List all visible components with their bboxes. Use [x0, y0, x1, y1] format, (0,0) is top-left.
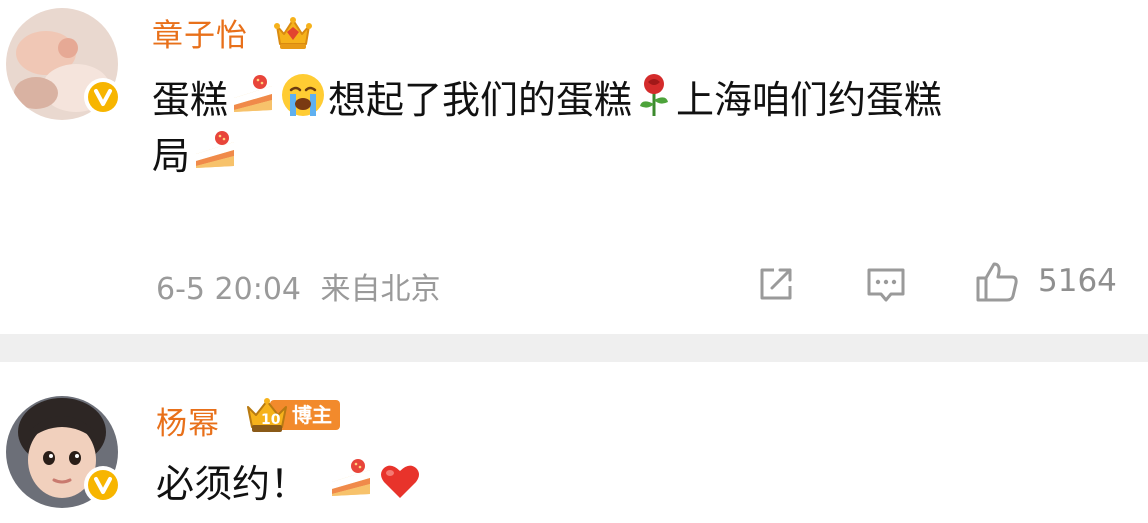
- share-button[interactable]: [756, 264, 796, 304]
- verified-badge-icon: [84, 466, 122, 504]
- cake-emoji-icon: [192, 128, 238, 189]
- avatar-wrapper[interactable]: [6, 8, 122, 120]
- section-divider: [0, 334, 1148, 362]
- like-count: 5164: [1038, 263, 1117, 299]
- red-heart-emoji-icon: [378, 459, 422, 515]
- content-text: 局: [152, 134, 191, 178]
- comment-button[interactable]: [865, 264, 907, 304]
- crown-icon: [273, 14, 313, 56]
- comment-item: 杨幂 10 博主 必须约！: [0, 362, 1148, 523]
- comment-meta: 6-5 20:04 来自北京: [156, 264, 441, 308]
- crying-face-emoji-icon: [280, 72, 326, 133]
- username[interactable]: 章子怡: [152, 10, 248, 55]
- blogger-badge: 10 博主: [244, 398, 340, 432]
- share-icon: [760, 268, 792, 300]
- content-text: 必须约！: [156, 462, 309, 506]
- content-text: 上海咱们约蛋糕: [676, 78, 943, 122]
- verified-badge-icon: [84, 78, 122, 116]
- comment-item: 章子怡 蛋糕 想起了我们的蛋糕 上海咱们约蛋糕 局 6-5 20:04 来自北京…: [0, 0, 1148, 334]
- username[interactable]: 杨幂: [156, 398, 220, 443]
- thumbs-up-icon: [976, 262, 1018, 302]
- timestamp: 6-5 20:04: [156, 272, 301, 307]
- content-text: 想起了我们的蛋糕: [328, 78, 633, 122]
- comment-content: 蛋糕 想起了我们的蛋糕 上海咱们约蛋糕 局: [152, 72, 942, 184]
- badge-level: 10: [261, 412, 281, 428]
- comment-icon: [867, 268, 905, 302]
- avatar-wrapper[interactable]: [6, 396, 122, 508]
- rose-emoji-icon: [634, 72, 674, 133]
- content-text: 蛋糕: [152, 78, 229, 122]
- like-button[interactable]: 5164: [974, 258, 1117, 304]
- cake-emoji-icon: [328, 456, 374, 517]
- location: 来自北京: [320, 272, 441, 307]
- comment-content: 必须约！: [156, 456, 424, 517]
- cake-emoji-icon: [230, 72, 276, 133]
